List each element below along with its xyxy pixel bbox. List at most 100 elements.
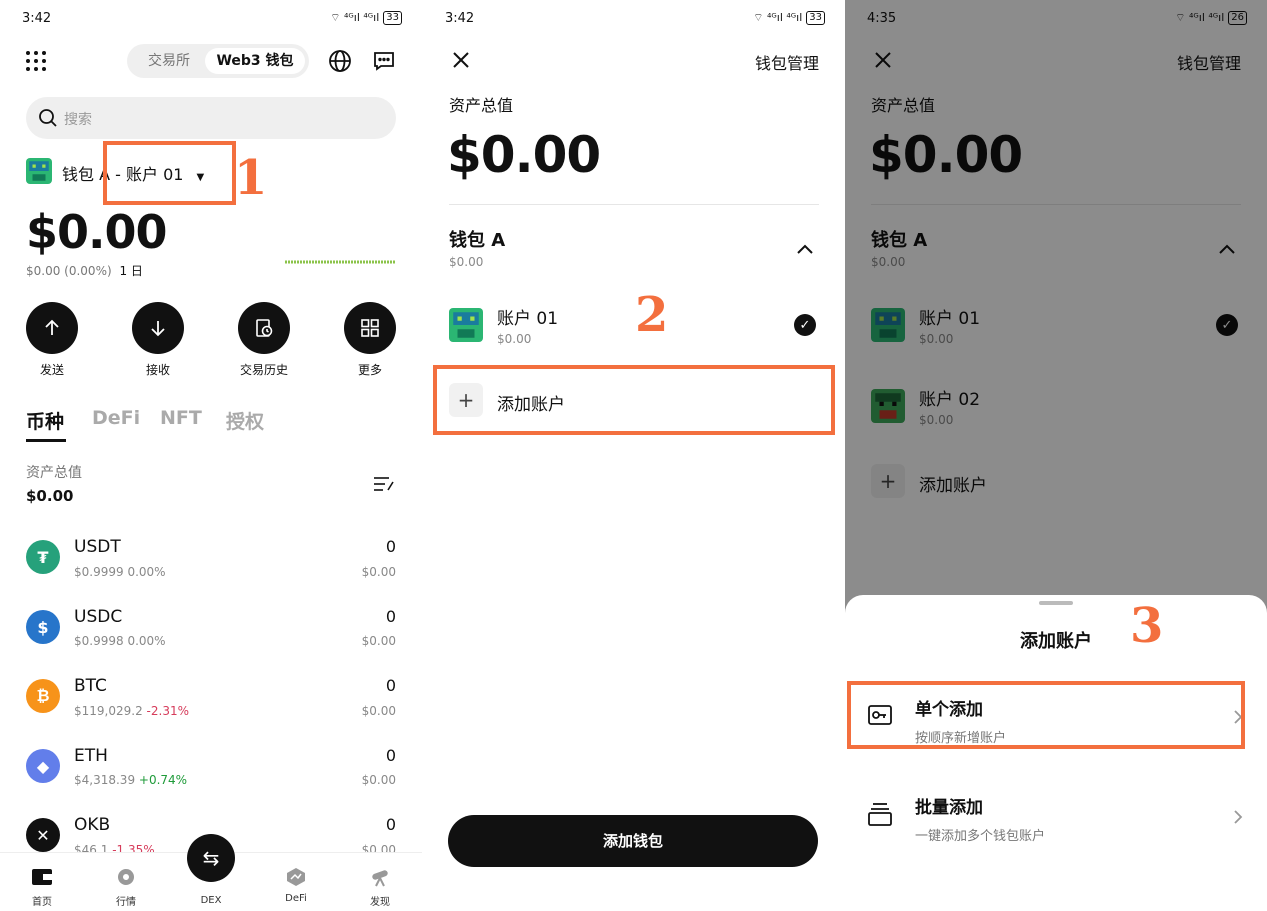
history-icon [256, 319, 273, 337]
coin-symbol[interactable]: ETH [74, 746, 108, 766]
nav-dex-label: DEX [200, 895, 222, 906]
coin-price-row: $4,318.39 +0.74% [74, 773, 187, 787]
coin-symbol[interactable]: USDT [74, 537, 121, 557]
signal-icons: ⌔ ⁴ᴳıl ⁴ᴳıl [753, 11, 803, 24]
total-amount: $0.00 [447, 126, 601, 184]
coin-price-row: $0.9998 0.00% [74, 634, 166, 648]
globe-icon[interactable] [328, 49, 352, 77]
search-placeholder: 搜索 [64, 112, 92, 128]
more-label: 更多 [357, 363, 382, 377]
tab-approvals[interactable]: 授权 [226, 407, 264, 434]
more-button[interactable] [344, 302, 396, 354]
coin-change: -2.31% [146, 704, 189, 718]
add-wallet-button[interactable]: 添加钱包 [448, 815, 818, 867]
annotation-box-1 [103, 141, 236, 205]
coin-price: $119,029.2 [74, 704, 143, 718]
add-account-sheet-screen: 4:35 ⌔ ⁴ᴳıl ⁴ᴳıl 26 钱包管理 资产总值 $0.00 钱包 A … [845, 0, 1267, 911]
coin-value: $0.00 [361, 704, 396, 718]
defi-icon [287, 868, 305, 886]
close-icon[interactable] [452, 51, 470, 73]
coin-price: $0.9999 [74, 565, 124, 579]
coin-change: 0.00% [127, 634, 166, 648]
swap-icon: ⇆ [202, 846, 220, 870]
app-grid-icon[interactable] [25, 50, 47, 72]
check-icon: ✓ [794, 314, 816, 336]
account-name[interactable]: 账户 01 [497, 304, 558, 329]
search-input[interactable]: 搜索 [26, 97, 396, 139]
coin-symbol[interactable]: USDC [74, 607, 122, 627]
nav-discover[interactable]: 发现 [350, 867, 410, 908]
usdc-icon: $ [26, 610, 60, 644]
assets-title: 资产总值 [26, 465, 82, 481]
nav-home-label: 首页 [32, 897, 52, 908]
total-label: 资产总值 [449, 96, 514, 115]
receive-label: 接收 [145, 363, 170, 377]
arrow-up-icon [45, 319, 59, 335]
annotation-box-2 [433, 365, 835, 435]
nav-discover-label: 发现 [370, 897, 390, 908]
balance-period: 1 日 [119, 264, 143, 278]
status-time: 3:42 [445, 10, 475, 26]
annotation-box-3 [847, 681, 1245, 749]
nav-market[interactable]: 行情 [96, 867, 156, 908]
sparkline-chart [285, 249, 395, 264]
battery-icon: 33 [383, 11, 402, 25]
exchange-tab[interactable]: 交易所 [133, 48, 205, 74]
balance-change: $0.00 (0.00%) 1 日 [26, 262, 143, 279]
dex-button[interactable]: ⇆ [187, 834, 235, 882]
battery-icon: 33 [806, 11, 825, 25]
wallet-value: $0.00 [449, 255, 484, 269]
tab-defi[interactable]: DeFi [92, 407, 140, 429]
tab-tokens[interactable]: 币种 [26, 407, 64, 434]
grid-icon [361, 319, 379, 337]
arrow-down-icon [151, 321, 165, 337]
send-label: 发送 [39, 363, 64, 377]
wallet-name: 钱包 A [449, 230, 506, 251]
message-icon[interactable] [372, 49, 396, 77]
send-button[interactable] [26, 302, 78, 354]
nav-home[interactable]: 首页 [12, 867, 72, 908]
market-icon [118, 869, 134, 885]
history-label: 交易历史 [239, 363, 288, 377]
coin-balance: 0 [385, 537, 396, 556]
history-button[interactable] [238, 302, 290, 354]
tab-nft[interactable]: NFT [160, 407, 202, 429]
stack-icon [868, 803, 892, 826]
receive-button[interactable] [132, 302, 184, 354]
usdt-icon: ₮ [26, 540, 60, 574]
coin-symbol[interactable]: OKB [74, 815, 110, 835]
batch-add-option[interactable]: 批量添加 一键添加多个钱包账户 [845, 785, 1267, 849]
balance-change-value: $0.00 (0.00%) [26, 264, 112, 278]
coin-balance: 0 [385, 607, 396, 626]
coin-value: $0.00 [361, 565, 396, 579]
nav-defi[interactable]: DeFi [266, 867, 326, 904]
btc-icon: ₿ [26, 679, 60, 713]
assets-amount: $0.00 [26, 487, 74, 505]
batch-add-title: 批量添加 [915, 798, 983, 818]
total-balance: $0.00 [26, 205, 168, 259]
coin-price-row: $0.9999 0.00% [74, 565, 166, 579]
coin-symbol[interactable]: BTC [74, 676, 107, 696]
mode-switch: 交易所 Web3 钱包 [127, 44, 309, 78]
coin-change: +0.74% [138, 773, 188, 787]
okb-icon: ✕ [26, 818, 60, 852]
status-bar: 3:42 ⌔ ⁴ᴳıl ⁴ᴳıl 33 [445, 8, 825, 28]
coin-price-row: $119,029.2 -2.31% [74, 704, 189, 718]
nav-defi-label: DeFi [285, 893, 307, 904]
sheet-handle[interactable] [1039, 601, 1073, 605]
status-time: 3:42 [22, 10, 52, 26]
coin-price: $0.9998 [74, 634, 124, 648]
annotation-number-3: 3 [1130, 598, 1164, 654]
wallet-icon [32, 869, 52, 885]
manage-wallet-link[interactable]: 钱包管理 [755, 50, 819, 74]
nav-market-label: 行情 [116, 897, 136, 908]
account-avatar [449, 308, 483, 342]
coin-value: $0.00 [361, 634, 396, 648]
add-account-sheet: 添加账户 3 单个添加 按顺序新增账户 批量添加 一键添加多个钱包账户 [845, 595, 1267, 911]
sort-icon[interactable] [373, 474, 395, 498]
chevron-up-icon[interactable] [796, 240, 814, 259]
wallet-avatar [26, 158, 52, 184]
web3-wallet-tab[interactable]: Web3 钱包 [205, 48, 305, 74]
chevron-right-icon [1234, 810, 1243, 824]
coin-balance: 0 [385, 746, 396, 765]
